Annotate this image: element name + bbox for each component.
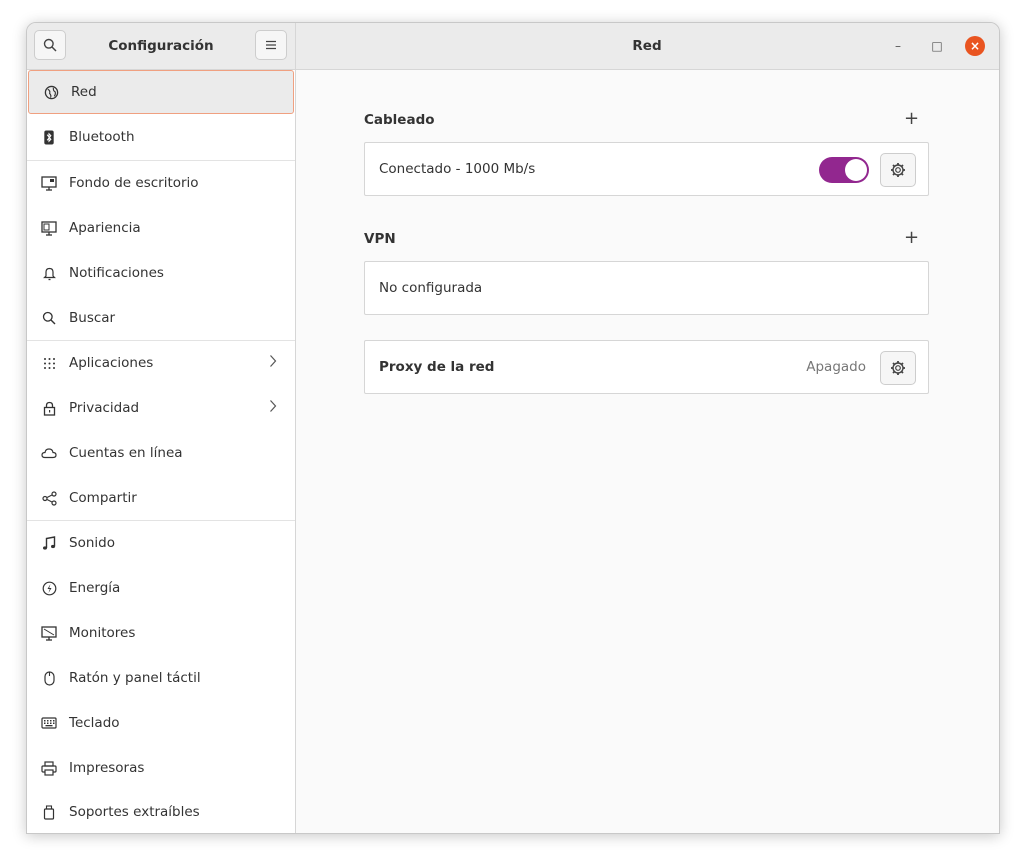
chevron-right-icon [269,399,277,417]
hamburger-menu-icon [266,40,276,50]
add-vpn-button[interactable]: + [904,229,919,247]
appearance-icon [41,220,57,236]
sidebar-item-aplicaciones[interactable]: Aplicaciones [27,341,295,385]
sidebar-item-label: Energía [69,580,121,596]
bell-icon [41,265,57,281]
sidebar-item-label: Sonido [69,535,115,551]
section-title-vpn: VPN [364,231,396,247]
music-note-icon [41,535,57,551]
proxy-row[interactable]: Proxy de la red Apagado [364,340,929,394]
sidebar-item-buscar[interactable]: Buscar [27,296,295,340]
bluetooth-icon [41,129,57,145]
chevron-right-icon [269,354,277,372]
vpn-row: No configurada [364,261,929,315]
sidebar-item-monitores[interactable]: Monitores [27,611,295,655]
removable-media-icon [41,804,57,820]
network-globe-icon [43,84,59,100]
search-icon [43,38,57,52]
section-title-wired: Cableado [364,112,435,128]
sidebar-item-impresoras[interactable]: Impresoras [27,746,295,790]
sidebar-item-bluetooth[interactable]: Bluetooth [27,115,295,159]
search-icon [41,310,57,326]
menu-button[interactable] [255,30,287,60]
power-icon [41,580,57,596]
sidebar-item-energia[interactable]: Energía [27,566,295,610]
sidebar-header: Configuración [27,23,296,69]
search-button[interactable] [34,30,66,60]
sidebar-item-apariencia[interactable]: Apariencia [27,206,295,250]
sidebar-item-label: Compartir [69,490,137,506]
sidebar-item-notificaciones[interactable]: Notificaciones [27,251,295,295]
sidebar-item-label: Red [71,84,97,100]
sidebar-item-compartir[interactable]: Compartir [27,476,295,520]
close-button[interactable]: × [965,36,985,56]
sidebar-item-label: Monitores [69,625,136,641]
cloud-icon [41,445,57,461]
wired-status: Conectado - 1000 Mb/s [379,161,536,177]
sidebar-item-label: Impresoras [69,760,145,776]
monitor-icon [41,625,57,641]
gear-icon [891,163,905,177]
sidebar-title: Configuración [108,38,214,54]
keyboard-icon [41,715,57,731]
sidebar-item-fondo-de-escritorio[interactable]: Fondo de escritorio [27,161,295,205]
sidebar-item-sonido[interactable]: Sonido [27,521,295,565]
minimize-icon: – [895,39,901,53]
maximize-icon: □ [931,39,943,53]
mouse-icon [41,670,57,686]
sidebar-item-label: Apariencia [69,220,141,236]
sidebar-item-label: Teclado [69,715,120,731]
toggle-knob [845,159,867,181]
maximize-button[interactable]: □ [926,35,948,57]
sidebar-item-label: Soportes extraíbles [69,804,200,820]
plus-icon: + [904,108,920,129]
sidebar-item-raton-y-panel-tactil[interactable]: Ratón y panel táctil [27,656,295,700]
desktop-background-icon [41,175,57,191]
network-panel: Cableado + Conectado - 1000 Mb/s VPN + N… [296,70,999,833]
sidebar-item-teclado[interactable]: Teclado [27,701,295,745]
proxy-label: Proxy de la red [379,359,495,375]
printer-icon [41,760,57,776]
sidebar-item-cuentas-en-linea[interactable]: Cuentas en línea [27,431,295,475]
sidebar-item-label: Privacidad [69,400,140,416]
minimize-button[interactable]: – [887,35,909,57]
sidebar-item-label: Notificaciones [69,265,164,281]
gear-icon [891,361,905,375]
proxy-status: Apagado [806,359,866,375]
wired-connection-row: Conectado - 1000 Mb/s [364,142,929,196]
apps-grid-icon [41,355,57,371]
settings-window: Configuración Red – □ × Red Bluetooth Fo… [26,22,1000,834]
sidebar-item-label: Cuentas en línea [69,445,183,461]
sidebar-item-privacidad[interactable]: Privacidad [27,386,295,430]
share-icon [41,490,57,506]
sidebar-item-label: Bluetooth [69,129,135,145]
vpn-status: No configurada [379,280,483,296]
sidebar-item-label: Ratón y panel táctil [69,670,201,686]
wired-toggle[interactable] [819,157,869,183]
sidebar-item-label: Buscar [69,310,116,326]
lock-icon [41,400,57,416]
sidebar-item-label: Fondo de escritorio [69,175,199,191]
wired-settings-button[interactable] [880,153,916,187]
sidebar-item-red[interactable]: Red [28,70,294,114]
plus-icon: + [904,227,920,248]
sidebar-item-soportes-extraibles[interactable]: Soportes extraíbles [27,790,295,833]
sidebar-item-label: Aplicaciones [69,355,154,371]
sidebar: Red Bluetooth Fondo de escritorio Aparie… [27,70,296,833]
header-bar: Configuración Red – □ × [27,23,999,70]
proxy-settings-button[interactable] [880,351,916,385]
close-icon: × [969,39,981,53]
add-wired-button[interactable]: + [904,110,919,128]
